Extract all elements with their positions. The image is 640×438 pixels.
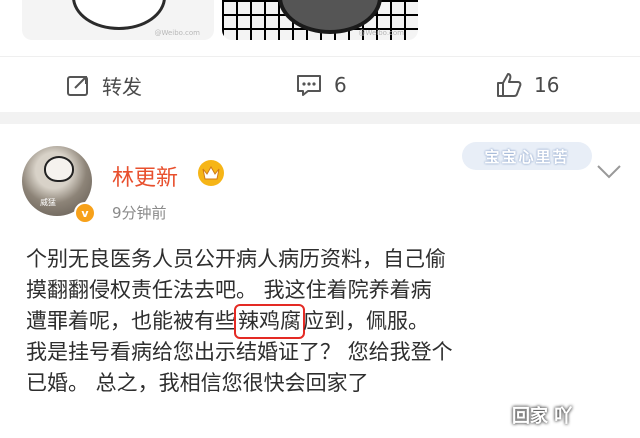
post-content: 个别无良医务人员公开病人病历资料，自己偷 摸翻翻侵权责任法去吧。 我这住着院养着… bbox=[26, 244, 616, 399]
repost-icon bbox=[67, 76, 88, 96]
content-line: 个别无良医务人员公开病人病历资料，自己偷 bbox=[26, 247, 446, 271]
post-image-2[interactable]: @Weibo.com bbox=[222, 0, 418, 40]
content-line: 摸翻翻侵权责任法去吧。 我这住着院养着病 bbox=[26, 278, 432, 302]
post-image-1[interactable]: @Weibo.com bbox=[22, 0, 214, 40]
image-watermark: @Weibo.com bbox=[154, 29, 200, 37]
verified-badge-icon: v bbox=[74, 202, 96, 224]
post-action-bar: 转发 6 16 bbox=[0, 56, 640, 113]
site-watermark: 回家 吖 bbox=[512, 406, 573, 427]
feed-divider bbox=[0, 112, 640, 124]
comment-count: 6 bbox=[334, 73, 347, 97]
avatar-dog-face bbox=[44, 156, 74, 182]
comment-button[interactable]: 6 bbox=[296, 57, 347, 113]
content-segment: 遭罪着呢，也能被有些 bbox=[26, 309, 236, 333]
content-line: 已婚。 总之，我相信您很快会回家了 bbox=[26, 371, 369, 395]
repost-label: 转发 bbox=[102, 74, 142, 99]
content-line: 我是挂号看病给您出示结婚证了？ 您给我登个 bbox=[26, 340, 453, 364]
highlighted-word: 辣鸡腐 bbox=[234, 304, 305, 339]
weibo-post: 威猛 v 林更新 9分钟前 宝宝心里苦 个别无良医务人员公开病人病历资料，自己偷… bbox=[0, 124, 640, 438]
repost-button[interactable]: 转发 bbox=[66, 57, 142, 113]
crown-icon[interactable] bbox=[198, 160, 224, 186]
image-watermark: @Weibo.com bbox=[358, 29, 404, 37]
avatar-text: 威猛 bbox=[40, 198, 56, 207]
like-count: 16 bbox=[534, 73, 560, 97]
username[interactable]: 林更新 bbox=[112, 160, 178, 192]
sticker-badge: 宝宝心里苦 bbox=[462, 142, 592, 170]
chevron-down-icon[interactable] bbox=[596, 164, 622, 180]
post-timestamp: 9分钟前 bbox=[112, 204, 167, 222]
content-segment: 应到，佩服。 bbox=[303, 309, 429, 333]
content-line: 遭罪着呢，也能被有些辣鸡腐应到，佩服。 bbox=[26, 304, 616, 339]
like-button[interactable]: 16 bbox=[496, 57, 559, 113]
comment-icon bbox=[297, 75, 321, 96]
top-image-strip: @Weibo.com @Weibo.com bbox=[0, 0, 640, 44]
thumbs-up-icon bbox=[497, 73, 522, 97]
